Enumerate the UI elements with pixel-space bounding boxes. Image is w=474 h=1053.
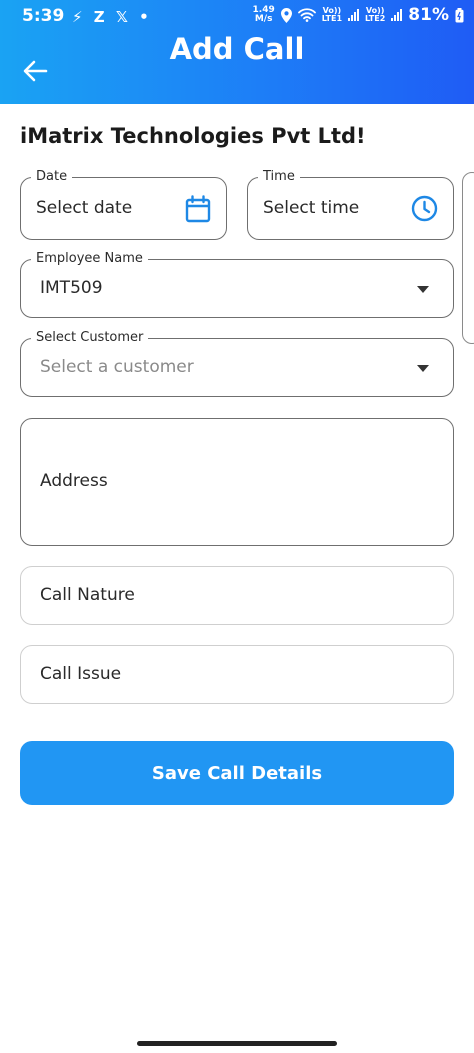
employee-name-dropdown[interactable]: Employee Name IMT509 (20, 251, 454, 318)
signal-2-icon (391, 9, 403, 21)
employee-name-label: Employee Name (31, 251, 148, 267)
employee-name-value: IMT509 (40, 278, 103, 298)
time-field[interactable]: Time Select time (247, 169, 454, 240)
address-placeholder: Address (40, 471, 108, 491)
chevron-down-icon[interactable] (417, 365, 429, 372)
volte-1-bottom: LTE1 (321, 14, 343, 23)
call-nature-placeholder: Call Nature (40, 585, 135, 605)
save-call-details-button[interactable]: Save Call Details (20, 741, 454, 805)
volte-2-bottom: LTE2 (365, 14, 386, 23)
status-time: 5:39 (22, 6, 65, 26)
call-issue-placeholder: Call Issue (40, 664, 122, 684)
save-button-label: Save Call Details (151, 762, 323, 784)
notification-icons: ⚡ Z 𝕏 • (72, 8, 152, 26)
call-issue-input[interactable]: Call Issue (20, 645, 454, 704)
volte-1: Vo)) LTE1 (322, 7, 342, 23)
offscreen-field-edge (462, 172, 474, 344)
customer-dropdown[interactable]: Select Customer Select a customer (20, 330, 454, 397)
call-nature-input[interactable]: Call Nature (20, 566, 454, 625)
date-placeholder: Select date (36, 198, 133, 218)
location-icon (280, 7, 292, 23)
customer-label: Select Customer (31, 330, 149, 346)
network-speed: 1.49 M/s (253, 6, 275, 24)
home-indicator[interactable] (137, 1041, 337, 1046)
page-title: Add Call (169, 32, 305, 66)
network-speed-unit: M/s (254, 14, 273, 24)
volte-2: Vo)) LTE2 (365, 7, 385, 23)
battery-icon (455, 7, 464, 22)
battery-percentage: 81% (408, 5, 449, 25)
app-header: 5:39 ⚡ Z 𝕏 • 1.49 M/s Vo)) LTE1 Vo)) LTE… (0, 0, 474, 104)
chevron-down-icon[interactable] (417, 286, 429, 293)
wifi-icon (297, 8, 316, 22)
clock-icon[interactable] (411, 195, 438, 222)
customer-placeholder: Select a customer (40, 357, 194, 377)
time-placeholder: Select time (263, 198, 360, 218)
address-input[interactable]: Address (20, 418, 454, 546)
signal-1-icon (348, 9, 360, 21)
date-field[interactable]: Date Select date (20, 169, 227, 240)
calendar-icon[interactable] (185, 195, 211, 223)
company-name: iMatrix Technologies Pvt Ltd! (20, 124, 366, 148)
date-label: Date (31, 169, 73, 185)
time-label: Time (258, 169, 300, 185)
status-bar-right: 1.49 M/s Vo)) LTE1 Vo)) LTE2 81% (253, 5, 464, 25)
